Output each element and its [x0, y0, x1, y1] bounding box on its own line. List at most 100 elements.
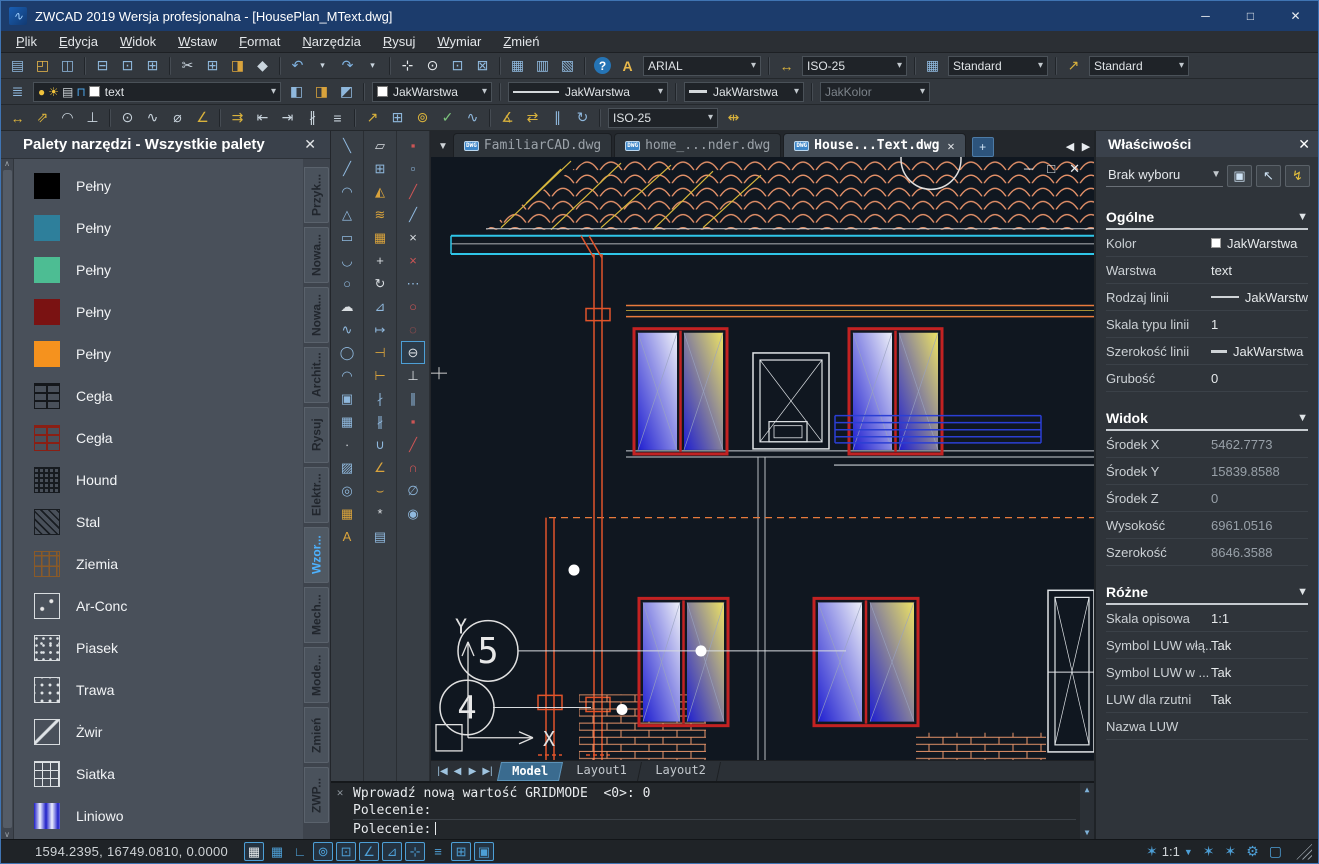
mleader-style-icon[interactable]: ↗ [1062, 55, 1085, 77]
palette-tab[interactable]: Nowa... [304, 227, 329, 283]
help-icon[interactable]: ? [594, 57, 611, 74]
property-row[interactable]: Szerokość linii JakWarstwa [1106, 338, 1308, 365]
dim-edit-icon[interactable]: ∡ [496, 107, 519, 129]
palette-tab[interactable]: Archit... [304, 347, 329, 403]
palette-scrollbar[interactable]: ∧ ∨ [1, 159, 14, 839]
dim-aligned-icon[interactable]: ⇗ [31, 107, 54, 129]
palette-item[interactable]: Stal [14, 501, 303, 543]
extend-icon[interactable]: ⊢ [368, 364, 392, 387]
redo-dropdown-icon[interactable]: ▾ [361, 55, 384, 77]
dim-style-toolbar-combo[interactable]: ISO-25 ▾ [608, 108, 718, 128]
snap-parallel-icon[interactable]: ∥ [401, 387, 425, 410]
text-style-combo[interactable]: ARIAL ▾ [643, 56, 761, 76]
dim-text-edit-icon[interactable]: ⇄ [521, 107, 544, 129]
dim-diameter-icon[interactable]: ⌀ [166, 107, 189, 129]
ducs-toggle[interactable]: ⊿ [382, 842, 402, 861]
line-icon[interactable]: ╲ [335, 134, 359, 157]
property-row[interactable]: Kolor JakWarstwa [1106, 230, 1308, 257]
property-row[interactable]: Symbol LUW w ... Tak [1106, 659, 1308, 686]
dim-style-combo[interactable]: ISO-25 ▾ [802, 56, 907, 76]
maximize-button[interactable]: □ [1228, 1, 1273, 31]
dim-ordinate-icon[interactable]: ⊥ [81, 107, 104, 129]
dim-arc-length-icon[interactable]: ◠ [56, 107, 79, 129]
mleader-style-combo[interactable]: Standard ▾ [1089, 56, 1189, 76]
dim-continue-icon[interactable]: ⇥ [276, 107, 299, 129]
doc-tab-home[interactable]: DWG home_...nder.dwg [614, 133, 781, 157]
property-row[interactable]: Środek X 5462.7773 [1106, 431, 1308, 458]
layout-nav-icon[interactable]: ▶ [465, 766, 480, 777]
text-style-icon[interactable]: A [616, 55, 639, 77]
layout-nav-icon[interactable]: ◀ [450, 766, 465, 777]
move-icon[interactable]: + [368, 249, 392, 272]
snap-extension-icon[interactable]: ⋯ [401, 272, 425, 295]
property-row[interactable]: Środek Y 15839.8588 [1106, 458, 1308, 485]
palette-tab[interactable]: Zmień [304, 707, 329, 763]
tool-palettes-header[interactable]: Palety narzędzi - Wszystkie palety ✕ [1, 131, 330, 159]
zoom-realtime-icon[interactable]: ⊙ [421, 55, 444, 77]
palette-tab[interactable]: Elektr... [304, 467, 329, 523]
dim-jogged-icon[interactable]: ∿ [141, 107, 164, 129]
offset-icon[interactable]: ≋ [368, 203, 392, 226]
dim-linear-icon[interactable]: ↔ [6, 107, 29, 129]
property-row[interactable]: Warstwa text [1106, 257, 1308, 284]
mdi-close-icon[interactable]: ✕ [1069, 161, 1080, 177]
scroll-up-icon[interactable]: ∧ [4, 159, 10, 168]
palette-item[interactable]: Cegła [14, 417, 303, 459]
menu-item[interactable]: Wstaw [167, 31, 228, 53]
region-icon[interactable]: ◎ [335, 479, 359, 502]
print-icon[interactable]: ⊟ [91, 55, 114, 77]
lineweight-toggle[interactable]: ≡ [428, 842, 448, 861]
annotation-autoscale-icon[interactable]: ✶ [1224, 843, 1236, 860]
circle-icon[interactable]: ○ [335, 272, 359, 295]
palette-tab[interactable]: ZWP... [304, 767, 329, 823]
fullscreen-icon[interactable]: ▢ [1269, 843, 1282, 860]
minimize-button[interactable]: ─ [1183, 1, 1228, 31]
lineweight-combo[interactable]: JakWarstwa ▾ [684, 82, 804, 102]
properties-close-icon[interactable]: ✕ [1298, 136, 1310, 153]
polygon-icon[interactable]: △ [335, 203, 359, 226]
scroll-down-icon[interactable]: ▼ [1085, 828, 1090, 837]
property-row[interactable]: Nazwa LUW [1106, 713, 1308, 740]
mirror-icon[interactable]: ◭ [368, 180, 392, 203]
palette-item[interactable]: Trawa [14, 669, 303, 711]
table-style-combo[interactable]: Standard ▾ [948, 56, 1048, 76]
snap-perpendicular-icon[interactable]: ⊥ [401, 364, 425, 387]
new-file-icon[interactable]: ▤ [6, 55, 29, 77]
palette-item[interactable]: Ar-Conc [14, 585, 303, 627]
tab-scroll-left-icon[interactable]: ◀ [1062, 135, 1078, 157]
palette-tab[interactable]: Nowa... [304, 287, 329, 343]
snap-tangent-icon[interactable]: ⊖ [401, 341, 425, 364]
palette-item[interactable]: Pełny [14, 249, 303, 291]
toggle-pickadd-icon[interactable]: ↯ [1285, 165, 1310, 187]
palette-item[interactable]: Pełny [14, 333, 303, 375]
selection-filter-combo[interactable]: Brak wyboru ▼ [1106, 165, 1223, 187]
property-row[interactable]: LUW dla rzutni Tak [1106, 686, 1308, 713]
palette-item[interactable]: Cegła [14, 375, 303, 417]
annotation-visibility-icon[interactable]: ✶ [1203, 843, 1215, 860]
save-icon[interactable]: ◫ [56, 55, 79, 77]
dim-inspect-icon[interactable]: ✓ [436, 107, 459, 129]
dyn-toggle[interactable]: ⊹ [405, 842, 425, 861]
snap-nearest-icon[interactable]: ∩ [401, 456, 425, 479]
break-icon[interactable]: ∦ [368, 410, 392, 433]
polyline-arc-icon[interactable]: ◡ [335, 249, 359, 272]
snap-intersection-icon[interactable]: × [401, 226, 425, 249]
dim-update-icon[interactable]: ↻ [571, 107, 594, 129]
close-button[interactable]: ✕ [1273, 1, 1318, 31]
command-scrollbar[interactable]: ▲ ▼ [1080, 783, 1094, 839]
palette-item[interactable]: Piasek [14, 627, 303, 669]
snap-midpoint-icon[interactable]: ╱ [401, 180, 425, 203]
snap-none-icon[interactable]: ∅ [401, 479, 425, 502]
stretch-icon[interactable]: ↦ [368, 318, 392, 341]
ellipse-arc-icon[interactable]: ◠ [335, 364, 359, 387]
mdi-minimize-icon[interactable]: ─ [1024, 161, 1033, 177]
tool-palettes-icon[interactable]: ▥ [531, 55, 554, 77]
menu-item[interactable]: Format [228, 31, 291, 53]
layer-combo[interactable]: ● ☀ ▤ ⊓ text ▾ [33, 82, 281, 102]
table-icon[interactable]: ▦ [335, 502, 359, 525]
menu-item[interactable]: Narzędzia [291, 31, 372, 53]
spline-icon[interactable]: ∿ [335, 318, 359, 341]
redo-icon[interactable]: ↷ [336, 55, 359, 77]
section-header-general[interactable]: Ogólne ▼ [1106, 205, 1308, 230]
property-row[interactable]: Grubość 0 [1106, 365, 1308, 392]
